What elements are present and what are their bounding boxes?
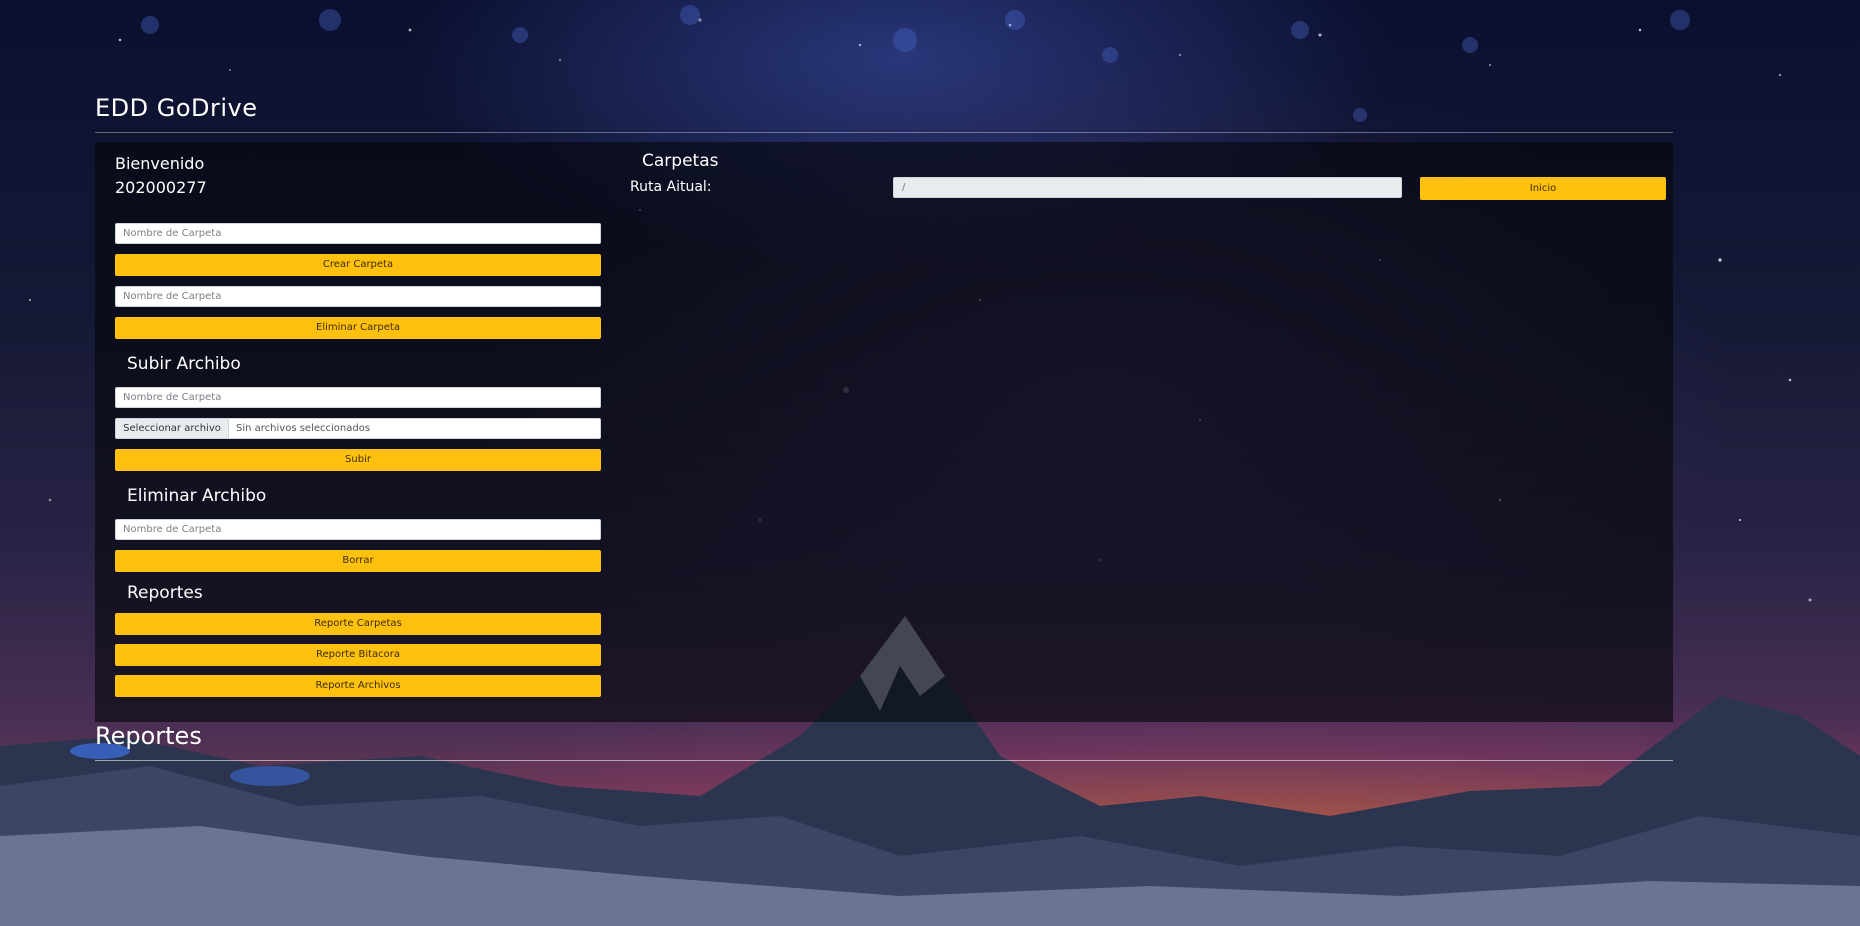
delete-file-folder-input[interactable] [115, 519, 601, 540]
upload-section-title: Subir Archibo [127, 354, 241, 374]
upload-button[interactable]: Subir [115, 449, 601, 471]
home-button[interactable]: Inicio [1420, 177, 1666, 200]
reports-header: Reportes [95, 720, 1673, 761]
welcome-text: Bienvenido [115, 154, 205, 173]
reports-section-title: Reportes [127, 583, 203, 603]
choose-file-button[interactable]: Seleccionar archivo [116, 419, 229, 438]
upload-folder-input[interactable] [115, 387, 601, 408]
reports-heading: Reportes [95, 722, 202, 750]
delete-folder-input[interactable] [115, 286, 601, 307]
app-title: EDD GoDrive [95, 94, 258, 122]
user-id: 202000277 [115, 178, 207, 197]
current-path-field: / [893, 177, 1402, 198]
delete-folder-button[interactable]: Eliminar Carpeta [115, 317, 601, 339]
main-panel: Bienvenido 202000277 Crear Carpeta Elimi… [95, 142, 1673, 722]
file-picker[interactable]: Seleccionar archivo Sin archivos selecci… [115, 418, 601, 439]
page-background: EDD GoDrive Bienvenido 202000277 Crear C… [0, 0, 1860, 926]
report-files-button[interactable]: Reporte Archivos [115, 675, 601, 697]
create-folder-button[interactable]: Crear Carpeta [115, 254, 601, 276]
actions-column: Bienvenido 202000277 Crear Carpeta Elimi… [115, 148, 601, 697]
delete-file-section-title: Eliminar Archibo [127, 486, 267, 506]
app-header: EDD GoDrive [95, 92, 1673, 133]
delete-file-button[interactable]: Borrar [115, 550, 601, 572]
file-status-text: Sin archivos seleccionados [236, 423, 371, 434]
report-log-button[interactable]: Reporte Bitacora [115, 644, 601, 666]
report-folders-button[interactable]: Reporte Carpetas [115, 613, 601, 635]
folders-title: Carpetas [642, 151, 719, 171]
current-path-label: Ruta Aitual: [630, 179, 712, 195]
create-folder-input[interactable] [115, 223, 601, 244]
